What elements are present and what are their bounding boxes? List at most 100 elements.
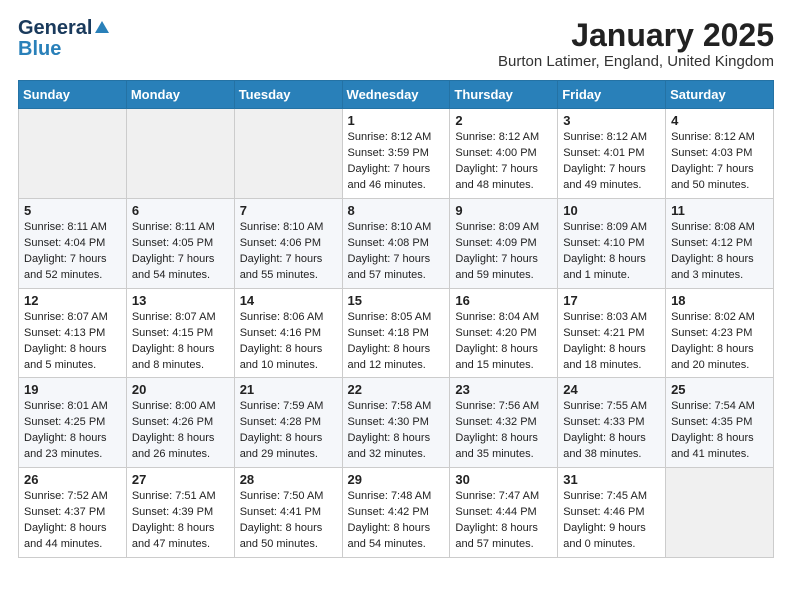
day-info: Sunrise: 8:06 AMSunset: 4:16 PMDaylight:…: [240, 310, 337, 374]
day-info: Sunrise: 8:12 AMSunset: 4:00 PMDaylight:…: [455, 130, 552, 194]
calendar-cell: 7 Sunrise: 8:10 AMSunset: 4:06 PMDaylight…: [234, 198, 342, 288]
day-info: Sunrise: 8:05 AMSunset: 4:18 PMDaylight:…: [348, 310, 445, 374]
calendar-cell: 29 Sunrise: 7:48 AMSunset: 4:42 PMDayligh…: [342, 468, 450, 558]
day-info: Sunrise: 7:56 AMSunset: 4:32 PMDaylight:…: [455, 399, 552, 463]
day-number: 22: [348, 382, 445, 397]
day-number: 29: [348, 472, 445, 487]
weekday-header-friday: Friday: [558, 81, 666, 109]
day-number: 4: [671, 113, 768, 128]
day-info: Sunrise: 8:11 AMSunset: 4:05 PMDaylight:…: [132, 220, 229, 284]
day-number: 24: [563, 382, 660, 397]
calendar-cell: 31 Sunrise: 7:45 AMSunset: 4:46 PMDayligh…: [558, 468, 666, 558]
logo: General Blue: [18, 18, 112, 61]
calendar-cell: 23Sunrise: 7:56 AMSunset: 4:32 PMDayligh…: [450, 378, 558, 468]
day-info: Sunrise: 8:07 AMSunset: 4:15 PMDaylight:…: [132, 310, 229, 374]
day-number: 28: [240, 472, 337, 487]
calendar-cell: 27 Sunrise: 7:51 AMSunset: 4:39 PMDayligh…: [126, 468, 234, 558]
week-row-3: 12Sunrise: 8:07 AMSunset: 4:13 PMDayligh…: [19, 288, 774, 378]
calendar-cell: 19 Sunrise: 8:01 AMSunset: 4:25 PMDayligh…: [19, 378, 127, 468]
day-info: Sunrise: 8:08 AMSunset: 4:12 PMDaylight:…: [671, 220, 768, 284]
calendar-cell: [666, 468, 774, 558]
calendar-cell: 10 Sunrise: 8:09 AMSunset: 4:10 PMDayligh…: [558, 198, 666, 288]
logo-general: General: [18, 18, 92, 38]
day-info: Sunrise: 8:02 AMSunset: 4:23 PMDaylight:…: [671, 310, 768, 374]
day-info: Sunrise: 7:55 AMSunset: 4:33 PMDaylight:…: [563, 399, 660, 463]
calendar-cell: 13 Sunrise: 8:07 AMSunset: 4:15 PMDayligh…: [126, 288, 234, 378]
week-row-5: 26Sunrise: 7:52 AMSunset: 4:37 PMDayligh…: [19, 468, 774, 558]
calendar-cell: 12Sunrise: 8:07 AMSunset: 4:13 PMDayligh…: [19, 288, 127, 378]
week-row-4: 19 Sunrise: 8:01 AMSunset: 4:25 PMDayligh…: [19, 378, 774, 468]
calendar-cell: 8Sunrise: 8:10 AMSunset: 4:08 PMDaylight…: [342, 198, 450, 288]
day-number: 7: [240, 203, 337, 218]
calendar-cell: 30Sunrise: 7:47 AMSunset: 4:44 PMDayligh…: [450, 468, 558, 558]
day-info: Sunrise: 8:12 AMSunset: 4:01 PMDaylight:…: [563, 130, 660, 194]
page: General Blue January 2025 Burton Latimer…: [0, 0, 792, 570]
day-info: Sunrise: 8:01 AMSunset: 4:25 PMDaylight:…: [24, 399, 121, 463]
weekday-header-wednesday: Wednesday: [342, 81, 450, 109]
calendar-cell: 1 Sunrise: 8:12 AMSunset: 3:59 PMDaylight…: [342, 109, 450, 199]
weekday-header-thursday: Thursday: [450, 81, 558, 109]
day-info: Sunrise: 8:12 AMSunset: 3:59 PMDaylight:…: [348, 130, 445, 194]
day-number: 31: [563, 472, 660, 487]
day-info: Sunrise: 7:45 AMSunset: 4:46 PMDaylight:…: [563, 489, 660, 553]
calendar-cell: 16 Sunrise: 8:04 AMSunset: 4:20 PMDayligh…: [450, 288, 558, 378]
title-block: January 2025 Burton Latimer, England, Un…: [498, 18, 774, 70]
day-number: 1: [348, 113, 445, 128]
day-info: Sunrise: 8:10 AMSunset: 4:06 PMDaylight:…: [240, 220, 337, 284]
day-number: 19: [24, 382, 121, 397]
day-info: Sunrise: 8:04 AMSunset: 4:20 PMDaylight:…: [455, 310, 552, 374]
calendar-cell: 11 Sunrise: 8:08 AMSunset: 4:12 PMDayligh…: [666, 198, 774, 288]
day-number: 8: [348, 203, 445, 218]
calendar-cell: 28 Sunrise: 7:50 AMSunset: 4:41 PMDayligh…: [234, 468, 342, 558]
calendar-cell: 21Sunrise: 7:59 AMSunset: 4:28 PMDayligh…: [234, 378, 342, 468]
week-row-1: 1 Sunrise: 8:12 AMSunset: 3:59 PMDaylight…: [19, 109, 774, 199]
calendar-cell: 3 Sunrise: 8:12 AMSunset: 4:01 PMDaylight…: [558, 109, 666, 199]
header: General Blue January 2025 Burton Latimer…: [18, 18, 774, 70]
day-number: 25: [671, 382, 768, 397]
calendar-cell: 18Sunrise: 8:02 AMSunset: 4:23 PMDayligh…: [666, 288, 774, 378]
calendar-cell: 24 Sunrise: 7:55 AMSunset: 4:33 PMDayligh…: [558, 378, 666, 468]
day-info: Sunrise: 7:58 AMSunset: 4:30 PMDaylight:…: [348, 399, 445, 463]
day-info: Sunrise: 7:51 AMSunset: 4:39 PMDaylight:…: [132, 489, 229, 553]
day-number: 2: [455, 113, 552, 128]
day-number: 14: [240, 293, 337, 308]
calendar-cell: 17 Sunrise: 8:03 AMSunset: 4:21 PMDayligh…: [558, 288, 666, 378]
calendar-cell: 14 Sunrise: 8:06 AMSunset: 4:16 PMDayligh…: [234, 288, 342, 378]
day-number: 20: [132, 382, 229, 397]
calendar-cell: 22 Sunrise: 7:58 AMSunset: 4:30 PMDayligh…: [342, 378, 450, 468]
day-number: 11: [671, 203, 768, 218]
day-number: 15: [348, 293, 445, 308]
day-info: Sunrise: 7:47 AMSunset: 4:44 PMDaylight:…: [455, 489, 552, 553]
calendar-subtitle: Burton Latimer, England, United Kingdom: [498, 53, 774, 70]
day-info: Sunrise: 7:48 AMSunset: 4:42 PMDaylight:…: [348, 489, 445, 553]
day-info: Sunrise: 8:03 AMSunset: 4:21 PMDaylight:…: [563, 310, 660, 374]
day-number: 3: [563, 113, 660, 128]
day-number: 6: [132, 203, 229, 218]
day-number: 16: [455, 293, 552, 308]
day-number: 13: [132, 293, 229, 308]
day-info: Sunrise: 8:12 AMSunset: 4:03 PMDaylight:…: [671, 130, 768, 194]
calendar-cell: 9 Sunrise: 8:09 AMSunset: 4:09 PMDaylight…: [450, 198, 558, 288]
day-info: Sunrise: 8:09 AMSunset: 4:09 PMDaylight:…: [455, 220, 552, 284]
calendar-title: January 2025: [498, 18, 774, 53]
weekday-header-monday: Monday: [126, 81, 234, 109]
day-number: 9: [455, 203, 552, 218]
calendar-cell: 4 Sunrise: 8:12 AMSunset: 4:03 PMDaylight…: [666, 109, 774, 199]
logo-icon: [93, 19, 111, 37]
day-number: 17: [563, 293, 660, 308]
day-info: Sunrise: 7:52 AMSunset: 4:37 PMDaylight:…: [24, 489, 121, 553]
calendar-cell: 20 Sunrise: 8:00 AMSunset: 4:26 PMDayligh…: [126, 378, 234, 468]
day-info: Sunrise: 8:09 AMSunset: 4:10 PMDaylight:…: [563, 220, 660, 284]
calendar-cell: [126, 109, 234, 199]
weekday-header-sunday: Sunday: [19, 81, 127, 109]
day-number: 10: [563, 203, 660, 218]
day-number: 21: [240, 382, 337, 397]
day-number: 27: [132, 472, 229, 487]
calendar-cell: [234, 109, 342, 199]
calendar-cell: [19, 109, 127, 199]
week-row-2: 5Sunrise: 8:11 AMSunset: 4:04 PMDaylight…: [19, 198, 774, 288]
weekday-header-saturday: Saturday: [666, 81, 774, 109]
day-info: Sunrise: 8:00 AMSunset: 4:26 PMDaylight:…: [132, 399, 229, 463]
calendar-cell: 2 Sunrise: 8:12 AMSunset: 4:00 PMDaylight…: [450, 109, 558, 199]
day-info: Sunrise: 7:50 AMSunset: 4:41 PMDaylight:…: [240, 489, 337, 553]
